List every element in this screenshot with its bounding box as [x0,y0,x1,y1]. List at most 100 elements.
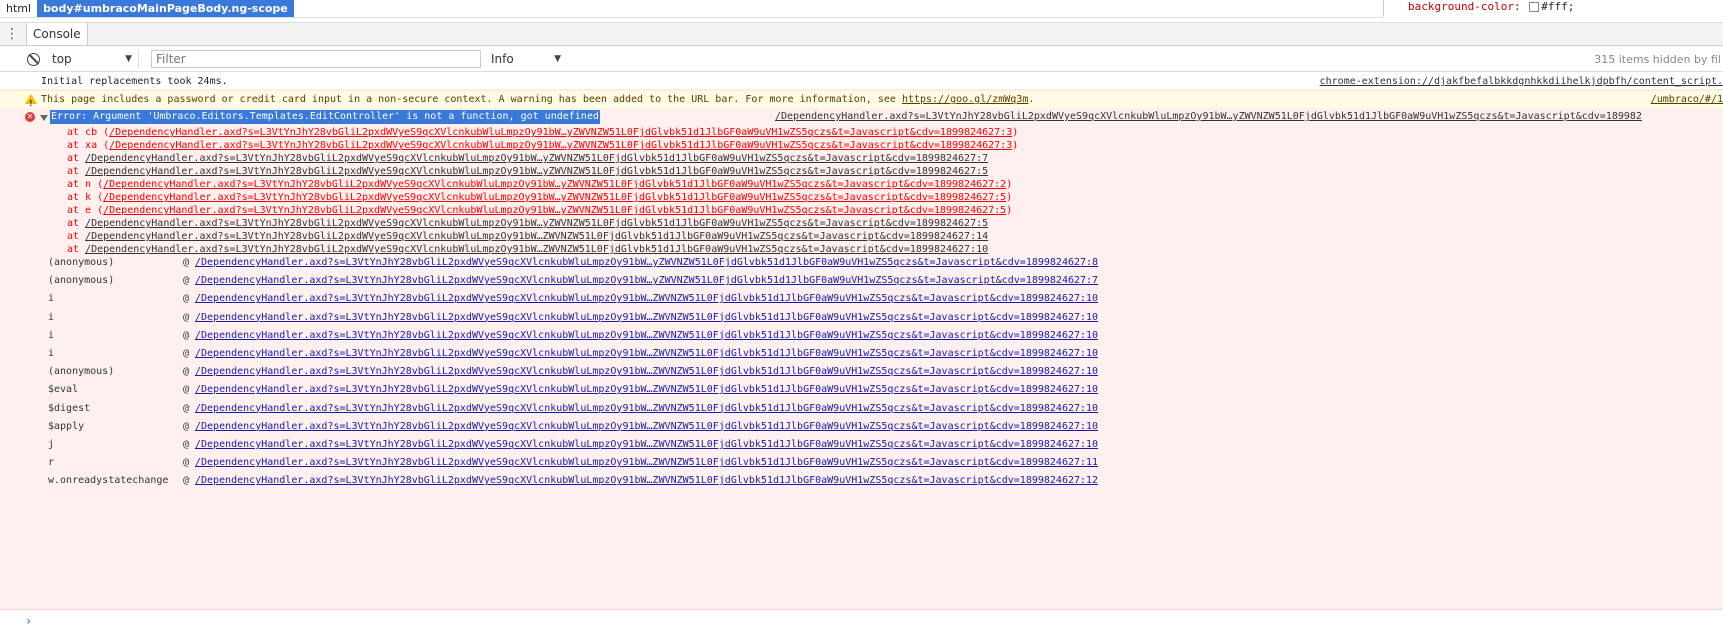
kebab-icon[interactable]: ⋮ [4,27,20,41]
stack-line: at /DependencyHandler.axd?s=L3VtYnJhY28v… [67,152,988,166]
stack-prefix: at xa ( [67,140,110,151]
call-frame-row: i @ /DependencyHandler.axd?s=L3VtYnJhY28vb… [0,290,1723,308]
call-frame-row: r @ /DependencyHandler.axd?s=L3VtYnJhY28vb… [0,454,1723,472]
call-frame-row: $eval @ /DependencyHandler.axd?s=L3VtYnJhY… [0,381,1723,399]
frame-at-symbol: @ [183,366,190,378]
stack-line: at xa (/DependencyHandler.axd?s=L3VtYnJh… [67,139,1018,153]
block-icon[interactable] [27,52,40,66]
stack-prefix: at k ( [67,192,104,203]
log-level-select[interactable]: Info ▼ [491,50,561,68]
filter-input[interactable] [151,50,481,68]
frame-function-name: r [48,457,55,469]
stack-prefix: at [67,231,86,242]
stack-link[interactable]: /DependencyHandler.axd?s=L3VtYnJhY28vbGl… [109,127,1012,138]
frame-source-link[interactable]: /DependencyHandler.axd?s=L3VtYnJhY28vbGl… [195,472,1098,490]
frame-at-symbol: @ [183,257,190,268]
call-frame-row: $apply @ /DependencyHandler.axd?s=L3VtYnJh… [0,418,1723,436]
frame-function-name: i [48,311,55,323]
frame-source-link[interactable]: /DependencyHandler.axd?s=L3VtYnJhY28vbGl… [195,254,1098,272]
message-source-link[interactable]: /umbraco/#/1 [1651,91,1723,108]
frame-source-link[interactable]: /DependencyHandler.axd?s=L3VtYnJhY28vbGl… [195,272,1098,290]
breadcrumb-body[interactable]: body#umbracoMainPageBody.ng-scope [37,0,294,17]
stack-link[interactable]: /DependencyHandler.axd?s=L3VtYnJhY28vbGl… [85,166,988,177]
breadcrumb-html[interactable]: html [0,0,37,17]
frame-at-symbol: @ [183,275,190,287]
message-text: This page includes a password or credit … [41,91,1034,108]
frame-at-symbol: @ [183,329,190,341]
console-prompt-row[interactable]: › [0,610,1723,634]
style-property[interactable]: background-color: [1408,0,1521,13]
frame-source-link[interactable]: /DependencyHandler.axd?s=L3VtYnJhY28vbGl… [195,418,1098,436]
call-frame-row: i @ /DependencyHandler.axd?s=L3VtYnJhY28vb… [0,327,1723,345]
frame-at-symbol: @ [183,348,190,359]
stack-link[interactable]: /DependencyHandler.axd?s=L3VtYnJhY28vbGl… [103,192,1006,203]
error-source-link[interactable]: /DependencyHandler.axd?s=L3VtYnJhY28vbGl… [775,110,1642,124]
stack-suffix: ) [1012,127,1019,138]
drawer-tabbar: ⋮ Console [0,22,1723,46]
log-level-value: Info [491,52,514,66]
stack-prefix: at [67,218,86,229]
prompt-chevron-icon: › [25,614,33,628]
frame-at-symbol: @ [183,457,190,469]
hidden-items-count: 315 items hidden by fil [1594,52,1721,66]
frame-at-symbol: @ [183,439,190,450]
stack-line: at /DependencyHandler.axd?s=L3VtYnJhY28v… [67,217,988,231]
warning-text-end: . [1028,94,1035,105]
stack-prefix: at n ( [67,179,104,190]
stack-link[interactable]: /DependencyHandler.axd?s=L3VtYnJhY28vbGl… [85,231,988,242]
frame-at-symbol: @ [183,402,190,414]
call-frame-row: j @ /DependencyHandler.axd?s=L3VtYnJhY28vb… [0,436,1723,454]
dropdown-arrow-icon: ▼ [125,54,132,64]
stack-prefix: at cb ( [67,127,110,138]
styles-pane: background-color: #fff; [1383,0,1723,17]
frame-source-link[interactable]: /DependencyHandler.axd?s=L3VtYnJhY28vbGl… [195,309,1098,327]
stack-link[interactable]: /DependencyHandler.axd?s=L3VtYnJhY28vbGl… [103,179,1006,190]
message-text: Initial replacements took 24ms. [41,76,228,87]
warning-link[interactable]: https://goo.gl/zmWq3m [902,94,1028,105]
call-frame-row: i @ /DependencyHandler.axd?s=L3VtYnJhY28vb… [0,345,1723,363]
frame-function-name: $eval [48,384,79,396]
expand-triangle-icon[interactable] [40,115,48,121]
tab-console[interactable]: Console [26,23,88,45]
frame-source-link[interactable]: /DependencyHandler.axd?s=L3VtYnJhY28vbGl… [195,290,1098,308]
stack-link[interactable]: /DependencyHandler.axd?s=L3VtYnJhY28vbGl… [103,205,1006,216]
frame-source-link[interactable]: /DependencyHandler.axd?s=L3VtYnJhY28vbGl… [195,327,1098,345]
stack-link[interactable]: /DependencyHandler.axd?s=L3VtYnJhY28vbGl… [109,140,1012,151]
warning-icon [25,94,37,112]
message-source-link[interactable]: chrome-extension://djakfbefalbkkdgnhkkdi… [1320,75,1723,89]
frame-function-name: (anonymous) [48,275,115,287]
style-value[interactable]: #fff; [1541,0,1574,13]
stack-prefix: at [67,166,86,177]
stack-link[interactable]: /DependencyHandler.axd?s=L3VtYnJhY28vbGl… [85,153,988,164]
stack-link[interactable]: /DependencyHandler.axd?s=L3VtYnJhY28vbGl… [85,218,988,229]
frame-function-name: $apply [48,420,85,432]
context-select[interactable]: top ▼ [52,50,139,68]
call-frame-row: w.onreadystatechange @ /DependencyHandler.… [0,472,1723,490]
frame-at-symbol: @ [183,420,190,432]
frame-source-link[interactable]: /DependencyHandler.axd?s=L3VtYnJhY28vbGl… [195,381,1098,399]
call-frame-row: (anonymous) @ /DependencyHandler.axd?s=L3V… [0,254,1723,272]
frame-source-link[interactable]: /DependencyHandler.axd?s=L3VtYnJhY28vbGl… [195,400,1098,418]
frame-at-symbol: @ [183,293,190,305]
frame-function-name: w.onreadystatechange [48,475,169,487]
console-message-warning: This page includes a password or credit … [0,90,1723,112]
error-headline[interactable]: Error: Argument 'Umbraco.Editors.Templat… [50,110,600,124]
stack-prefix: at [67,153,86,164]
context-value: top [52,52,72,66]
stack-line: at /DependencyHandler.axd?s=L3VtYnJhY28v… [67,165,988,179]
color-swatch[interactable] [1529,2,1540,12]
frame-source-link[interactable]: /DependencyHandler.axd?s=L3VtYnJhY28vbGl… [195,345,1098,363]
frame-at-symbol: @ [183,311,190,323]
frame-source-link[interactable]: /DependencyHandler.axd?s=L3VtYnJhY28vbGl… [195,454,1098,472]
stack-line: at k (/DependencyHandler.axd?s=L3VtYnJhY… [67,191,1012,205]
frame-function-name: $digest [48,402,91,414]
frame-source-link[interactable]: /DependencyHandler.axd?s=L3VtYnJhY28vbGl… [195,363,1098,381]
frame-source-link[interactable]: /DependencyHandler.axd?s=L3VtYnJhY28vbGl… [195,436,1098,454]
console-message-info: Initial replacements took 24ms. chrome-e… [0,75,1723,90]
frame-function-name: i [48,329,55,341]
console-output: Initial replacements took 24ms. chrome-e… [0,73,1723,634]
stack-line: at n (/DependencyHandler.axd?s=L3VtYnJhY… [67,178,1012,192]
warning-text: This page includes a password or credit … [41,94,902,105]
stack-line: at /DependencyHandler.axd?s=L3VtYnJhY28v… [67,230,988,244]
stack-line: at e (/DependencyHandler.axd?s=L3VtYnJhY… [67,204,1012,218]
